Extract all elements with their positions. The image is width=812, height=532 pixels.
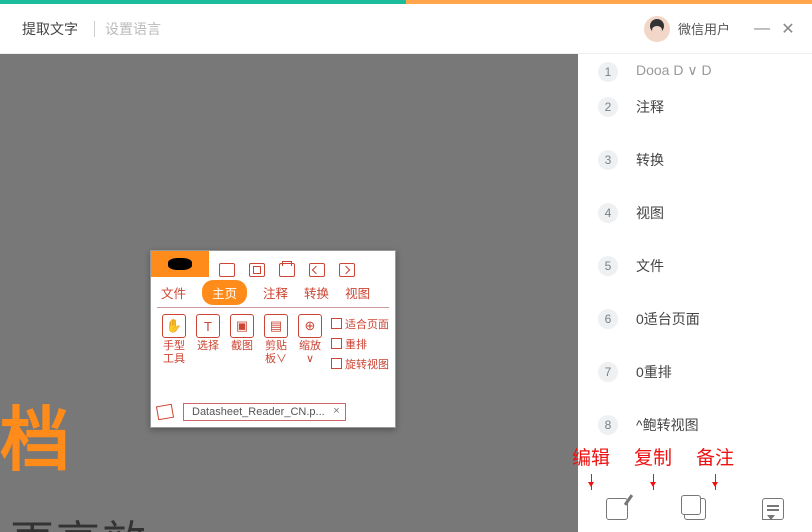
- item-label: 0适台页面: [636, 309, 700, 329]
- copy-button[interactable]: [684, 498, 706, 520]
- item-label: Dooa D ∨ D: [636, 62, 712, 79]
- menu-view: 视图: [345, 283, 370, 302]
- list-item[interactable]: 1 Dooa D ∨ D: [598, 62, 800, 80]
- list-item[interactable]: 3 转换: [598, 133, 800, 186]
- action-bar: [578, 492, 812, 526]
- item-label: 转换: [636, 150, 664, 170]
- item-label: 视图: [636, 203, 664, 223]
- list-item[interactable]: 4 视图: [598, 186, 800, 239]
- item-number: 6: [598, 309, 618, 329]
- item-number: 3: [598, 150, 618, 170]
- snapshot-tool-icon: ▣: [230, 314, 254, 338]
- item-number: 5: [598, 256, 618, 276]
- screenshot-preview-area: 文件 主页 注释 转换 视图 ✋手型工具 T 选择 ▣ 截图 ▤剪贴板∨ ⊕缩放∨ …: [0, 54, 578, 532]
- list-item[interactable]: 6 0适台页面: [598, 292, 800, 345]
- item-label: 注释: [636, 97, 664, 117]
- print-icon: [279, 263, 295, 277]
- list-item[interactable]: 2 注释: [598, 80, 800, 133]
- menu-home: 主页: [202, 280, 247, 305]
- snapshot-tool-label: 截图: [225, 340, 259, 353]
- select-tool-icon: T: [196, 314, 220, 338]
- close-button[interactable]: ✕: [780, 21, 796, 37]
- minimize-button[interactable]: —: [754, 21, 770, 37]
- inner-toolbar: ✋手型工具 T 选择 ▣ 截图 ▤剪贴板∨ ⊕缩放∨ 适合页面 重排 旋转视图: [151, 308, 395, 377]
- user-avatar[interactable]: [644, 16, 670, 42]
- username-label: 微信用户: [678, 19, 730, 38]
- tab-extract-text[interactable]: 提取文字: [16, 19, 84, 39]
- background-large-text: 更高效: [10, 506, 148, 532]
- redo-icon: [339, 263, 355, 277]
- hand-tool-label: 手型工具: [157, 340, 191, 365]
- menu-annotate: 注释: [263, 283, 288, 302]
- menu-convert: 转换: [304, 283, 329, 302]
- header-bar: 提取文字 设置语言 微信用户 — ✕: [0, 4, 812, 54]
- background-large-char: 档: [0, 384, 70, 485]
- item-label: ^鲍转视图: [636, 415, 699, 435]
- clipboard-tool-label: 剪贴板∨: [259, 340, 293, 365]
- open-icon: [219, 263, 235, 277]
- item-label: 文件: [636, 256, 664, 276]
- list-item[interactable]: 8 ^鲍转视图: [598, 398, 800, 451]
- window-top-accent: [0, 0, 812, 4]
- edit-button[interactable]: [606, 498, 628, 520]
- select-tool-label: 选择: [191, 340, 225, 353]
- tag-icon: [156, 404, 174, 421]
- item-label: 0重排: [636, 362, 672, 382]
- item-number: 8: [598, 415, 618, 435]
- file-tab: Datasheet_Reader_CN.p...: [183, 403, 346, 421]
- inner-app-window: 文件 主页 注释 转换 视图 ✋手型工具 T 选择 ▣ 截图 ▤剪贴板∨ ⊕缩放∨ …: [150, 250, 396, 428]
- hand-tool-icon: ✋: [162, 314, 186, 338]
- set-language-link[interactable]: 设置语言: [105, 19, 161, 39]
- app-accent-tab: [151, 251, 209, 277]
- inner-menu-row: 文件 主页 注释 转换 视图: [151, 277, 395, 307]
- ocr-result-panel: 1 Dooa D ∨ D 2 注释 3 转换 4 视图 5 文件 6 0适台页面…: [578, 54, 812, 532]
- reflow-item: 重排: [331, 336, 389, 356]
- item-number: 1: [598, 62, 618, 82]
- list-item[interactable]: 5 文件: [598, 239, 800, 292]
- clipboard-tool-icon: ▤: [264, 314, 288, 338]
- item-number: 4: [598, 203, 618, 223]
- divider: [94, 21, 95, 37]
- fit-page-item: 适合页面: [331, 316, 389, 336]
- note-button[interactable]: [762, 498, 784, 520]
- save-icon: [249, 263, 265, 277]
- item-number: 2: [598, 97, 618, 117]
- item-number: 7: [598, 362, 618, 382]
- menu-file: 文件: [161, 283, 186, 302]
- zoom-tool-label: 缩放∨: [293, 340, 327, 365]
- zoom-tool-icon: ⊕: [298, 314, 322, 338]
- undo-icon: [309, 263, 325, 277]
- rotate-view-item: 旋转视图: [331, 356, 389, 376]
- list-item[interactable]: 7 0重排: [598, 345, 800, 398]
